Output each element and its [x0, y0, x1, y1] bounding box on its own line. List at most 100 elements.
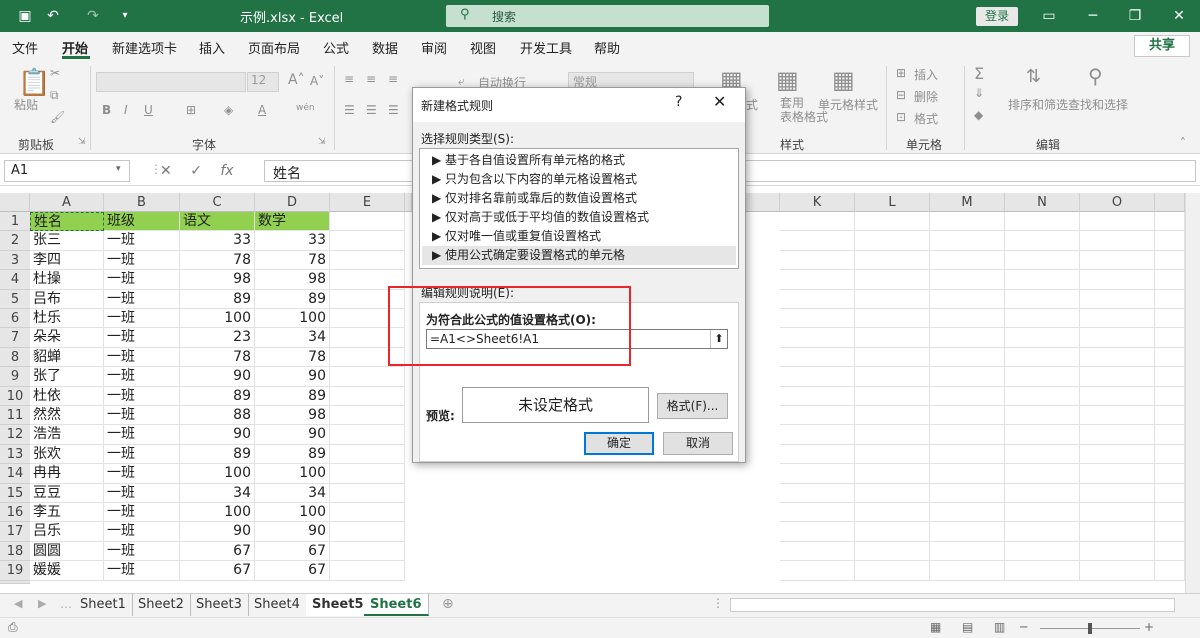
cell-c13[interactable]: 89	[180, 444, 255, 465]
empty-cell[interactable]	[1080, 541, 1155, 562]
tab-review[interactable]: 审阅	[421, 38, 447, 57]
empty-cell[interactable]	[780, 347, 855, 368]
row-header[interactable]: 6	[0, 309, 30, 329]
empty-cell[interactable]	[1155, 444, 1185, 465]
empty-cell[interactable]	[1005, 483, 1080, 503]
align-left-icon[interactable]: ☰	[344, 103, 355, 117]
align-center-icon[interactable]: ☰	[366, 103, 377, 117]
bottom-align-icon[interactable]: ≡	[388, 72, 398, 86]
cell-a13[interactable]: 张欢	[30, 444, 104, 465]
middle-align-icon[interactable]: ≡	[366, 72, 376, 86]
paste-label[interactable]: 粘贴	[14, 96, 38, 113]
restore-icon[interactable]: ❐	[1126, 7, 1144, 25]
cancel-icon[interactable]: ✕	[160, 163, 172, 179]
empty-cell[interactable]	[1155, 270, 1185, 290]
empty-cell[interactable]	[1155, 406, 1185, 426]
page-break-view-icon[interactable]: ▥	[994, 620, 1005, 634]
empty-cell[interactable]	[780, 541, 855, 562]
empty-cell[interactable]	[330, 503, 405, 523]
empty-cell[interactable]	[780, 231, 855, 251]
cell-b8[interactable]: 一班	[104, 347, 180, 368]
cell-b13[interactable]: 一班	[104, 444, 180, 465]
empty-cell[interactable]	[855, 425, 930, 445]
empty-cell[interactable]	[1080, 347, 1155, 368]
empty-cell[interactable]	[1080, 212, 1155, 232]
font-name-dropdown[interactable]	[96, 72, 246, 92]
empty-cell[interactable]	[930, 425, 1005, 445]
horizontal-scrollbar[interactable]	[730, 598, 1175, 612]
empty-cell[interactable]	[1005, 289, 1080, 309]
zoom-slider-thumb[interactable]	[1088, 623, 1092, 634]
empty-cell[interactable]	[855, 386, 930, 406]
cell-d5[interactable]: 89	[255, 289, 330, 309]
empty-cell[interactable]	[780, 328, 855, 348]
autosum-icon[interactable]: Σ	[974, 64, 984, 83]
cell-c12[interactable]: 90	[180, 425, 255, 445]
empty-cell[interactable]	[1080, 328, 1155, 348]
cell-c8[interactable]: 78	[180, 347, 255, 368]
empty-cell[interactable]	[780, 425, 855, 445]
empty-cell[interactable]	[855, 309, 930, 329]
align-right-icon[interactable]: ☰	[388, 103, 399, 117]
sheet-tab-3[interactable]: Sheet3	[190, 594, 249, 616]
cell-c7[interactable]: 23	[180, 328, 255, 348]
empty-cell[interactable]	[930, 212, 1005, 232]
find-select-icon[interactable]: ⚲	[1088, 64, 1103, 88]
empty-cell[interactable]	[780, 309, 855, 329]
empty-cell[interactable]	[330, 212, 405, 232]
cell-d19[interactable]: 67	[255, 561, 330, 581]
find-select-label[interactable]: 查找和选择	[1068, 96, 1128, 113]
empty-cell[interactable]	[1005, 561, 1080, 581]
italic-icon[interactable]: I	[124, 103, 128, 117]
empty-cell[interactable]	[930, 250, 1005, 271]
cell-a3[interactable]: 李四	[30, 250, 104, 271]
cell-b6[interactable]: 一班	[104, 309, 180, 329]
empty-cell[interactable]	[930, 347, 1005, 368]
rule-type-list[interactable]: ▶ 基于各自值设置所有单元格的格式 ▶ 只为包含以下内容的单元格设置格式 ▶ 仅…	[419, 148, 739, 269]
zoom-in-icon[interactable]: +	[1144, 620, 1154, 634]
cell-c15[interactable]: 34	[180, 483, 255, 503]
sort-filter-label[interactable]: 排序和筛选	[1008, 96, 1068, 113]
grow-font-icon[interactable]: A˄	[288, 72, 305, 88]
empty-cell[interactable]	[1155, 425, 1185, 445]
cell-b3[interactable]: 一班	[104, 250, 180, 271]
cell-c10[interactable]: 89	[180, 386, 255, 406]
empty-cell[interactable]	[330, 464, 405, 484]
empty-cell[interactable]	[855, 328, 930, 348]
cell-a6[interactable]: 杜乐	[30, 309, 104, 329]
insert-label[interactable]: 插入	[914, 66, 938, 83]
empty-cell[interactable]	[1005, 541, 1080, 562]
border-icon[interactable]: ⊞	[186, 103, 196, 117]
empty-cell[interactable]	[1080, 444, 1155, 465]
cell-c17[interactable]: 90	[180, 522, 255, 542]
sheet-tab-5[interactable]: Sheet5	[306, 594, 371, 616]
empty-cell[interactable]	[855, 522, 930, 542]
tab-developer[interactable]: 开发工具	[520, 38, 572, 57]
cell-b19[interactable]: 一班	[104, 561, 180, 581]
empty-cell[interactable]	[780, 270, 855, 290]
cell-c16[interactable]: 100	[180, 503, 255, 523]
sheet-tab-1[interactable]: Sheet1	[74, 594, 133, 616]
cell-d3[interactable]: 78	[255, 250, 330, 271]
empty-cell[interactable]	[780, 522, 855, 542]
empty-cell[interactable]	[1155, 347, 1185, 368]
empty-cell[interactable]	[930, 289, 1005, 309]
sheet-tab-2[interactable]: Sheet2	[132, 594, 191, 616]
enter-icon[interactable]: ✓	[190, 163, 202, 179]
underline-icon[interactable]: U	[144, 103, 153, 117]
delete-label[interactable]: 删除	[914, 88, 938, 105]
col-header-j[interactable]	[746, 193, 780, 212]
rule-type-item[interactable]: ▶ 基于各自值设置所有单元格的格式	[422, 151, 736, 170]
cell-d8[interactable]: 78	[255, 347, 330, 368]
cell-b12[interactable]: 一班	[104, 425, 180, 445]
cell-b16[interactable]: 一班	[104, 503, 180, 523]
empty-cell[interactable]	[855, 270, 930, 290]
cell-d2[interactable]: 33	[255, 231, 330, 251]
cell-c18[interactable]: 67	[180, 541, 255, 562]
empty-cell[interactable]	[780, 289, 855, 309]
phonetic-icon[interactable]: wén	[296, 103, 315, 113]
empty-cell[interactable]	[930, 444, 1005, 465]
empty-cell[interactable]	[1155, 483, 1185, 503]
empty-cell[interactable]	[855, 212, 930, 232]
vertical-scrollbar[interactable]	[1185, 193, 1200, 593]
